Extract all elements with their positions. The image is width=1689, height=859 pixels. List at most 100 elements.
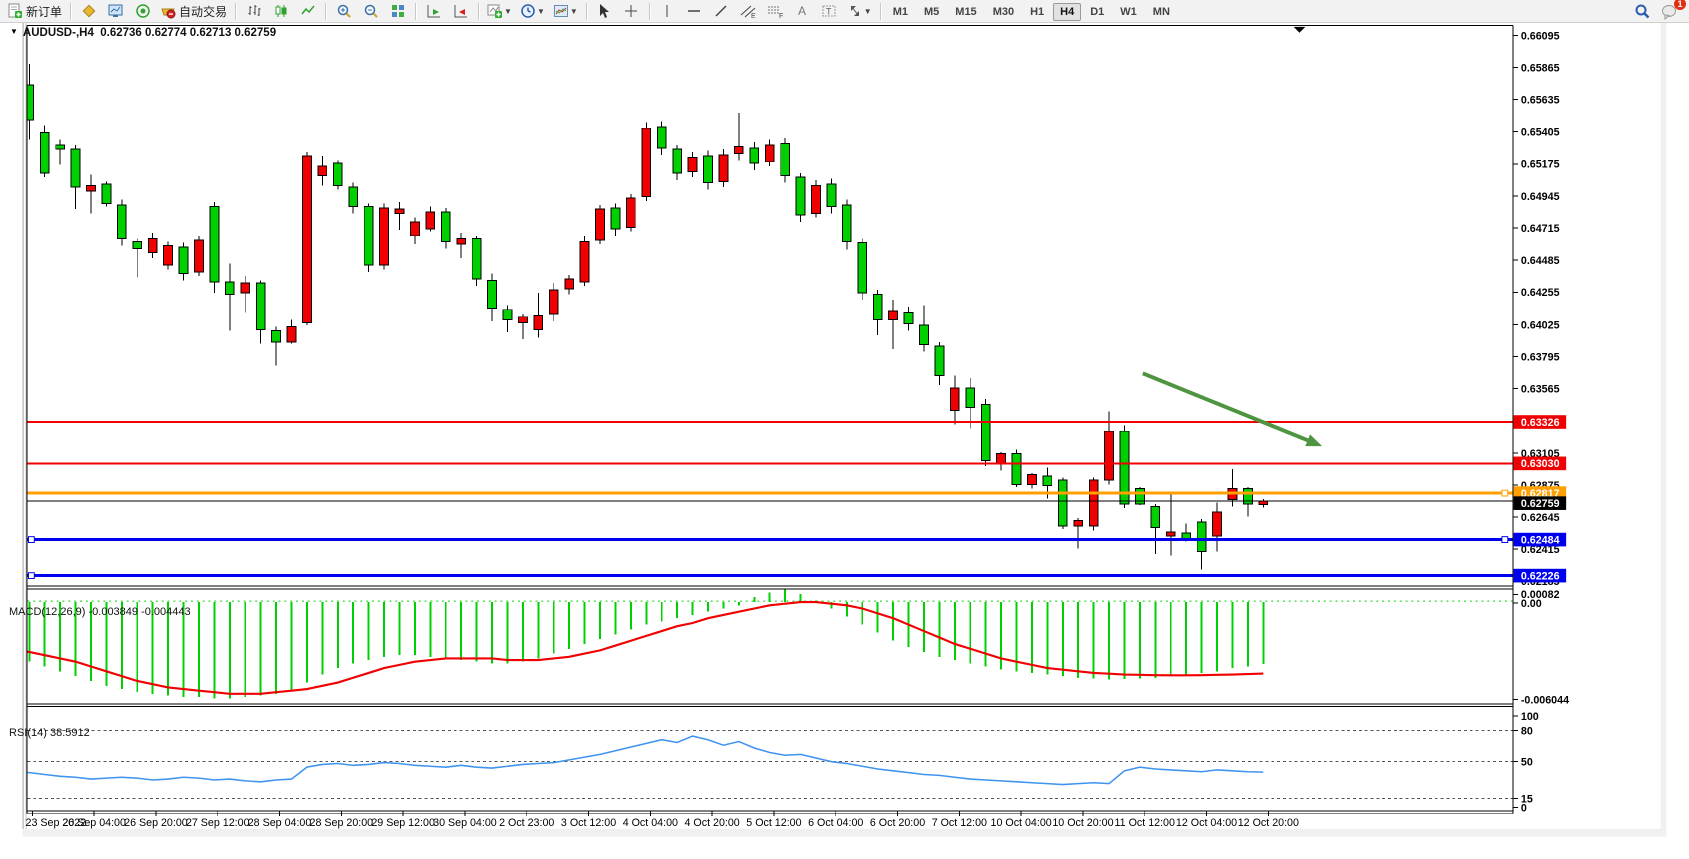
arrows-button[interactable]: ▼ — [844, 1, 875, 22]
chevron-down-icon: ▼ — [504, 7, 512, 16]
period-clock-icon — [520, 3, 536, 19]
svg-text:100: 100 — [1521, 711, 1539, 723]
svg-text:0.64485: 0.64485 — [1521, 255, 1560, 267]
zoom-in-icon — [336, 3, 352, 19]
fibonacci-button[interactable]: F — [763, 1, 788, 22]
separator — [325, 3, 326, 20]
timeframe-MN[interactable]: MN — [1146, 3, 1177, 21]
timeframe-W1[interactable]: W1 — [1113, 3, 1144, 21]
equidistant-channel-icon: E — [739, 3, 757, 19]
svg-text:0.64715: 0.64715 — [1521, 223, 1560, 235]
fibonacci-icon: F — [766, 3, 784, 19]
svg-text:5 Oct 12:00: 5 Oct 12:00 — [746, 817, 801, 829]
cursor-icon — [596, 3, 612, 19]
timeframe-M15[interactable]: M15 — [948, 3, 983, 21]
bar-chart-icon — [246, 3, 262, 19]
signal-icon — [135, 3, 151, 19]
trendline-icon — [713, 3, 729, 19]
timeframe-D1[interactable]: D1 — [1083, 3, 1111, 21]
svg-text:30 Sep 04:00: 30 Sep 04:00 — [433, 817, 497, 829]
svg-text:0.65175: 0.65175 — [1521, 159, 1560, 171]
candlestick-chart-button[interactable] — [268, 1, 293, 22]
svg-text:0.62645: 0.62645 — [1521, 512, 1560, 524]
vertical-line-button[interactable] — [655, 1, 680, 22]
zoom-in-button[interactable] — [331, 1, 356, 22]
navigator-button[interactable] — [130, 1, 155, 22]
price-chart-canvas[interactable]: 0.660950.658650.656350.654050.651750.649… — [0, 23, 1689, 859]
svg-text:10 Oct 20:00: 10 Oct 20:00 — [1052, 817, 1113, 829]
auto-trading-label: 自动交易 — [179, 3, 227, 20]
notifications-button[interactable]: 1 — [1657, 1, 1682, 22]
new-order-button[interactable]: 新订单 — [4, 1, 65, 22]
svg-text:6 Oct 20:00: 6 Oct 20:00 — [870, 817, 925, 829]
line-chart-icon — [300, 3, 316, 19]
zoom-out-button[interactable] — [358, 1, 383, 22]
svg-text:0.63326: 0.63326 — [1521, 417, 1560, 429]
timeframe-M30[interactable]: M30 — [986, 3, 1021, 21]
data-window-button[interactable] — [103, 1, 128, 22]
svg-text:27 Sep 12:00: 27 Sep 12:00 — [186, 817, 250, 829]
text-label-button[interactable]: T — [817, 1, 842, 22]
chevron-down-icon: ▼ — [537, 7, 545, 16]
svg-text:0.64255: 0.64255 — [1521, 287, 1560, 299]
svg-text:E: E — [751, 13, 756, 19]
indicators-button[interactable]: ▼ — [484, 1, 515, 22]
trendline-button[interactable] — [709, 1, 734, 22]
svg-text:26 Sep 04:00: 26 Sep 04:00 — [62, 817, 126, 829]
svg-text:11 Oct 12:00: 11 Oct 12:00 — [1115, 817, 1175, 829]
svg-text:0: 0 — [1521, 802, 1527, 814]
svg-text:0.64025: 0.64025 — [1521, 319, 1560, 331]
svg-text:29 Sep 12:00: 29 Sep 12:00 — [371, 817, 435, 829]
toolbar: 新订单 自动交易 — [0, 0, 1689, 23]
search-icon — [1634, 3, 1651, 20]
separator — [70, 3, 71, 20]
svg-text:0.63030: 0.63030 — [1521, 458, 1560, 470]
chevron-down-icon: ▼ — [864, 7, 872, 16]
svg-text:-0.006044: -0.006044 — [1521, 694, 1569, 706]
svg-text:12 Oct 04:00: 12 Oct 04:00 — [1176, 817, 1237, 829]
svg-text:6 Oct 04:00: 6 Oct 04:00 — [808, 817, 863, 829]
svg-text:T: T — [826, 7, 832, 17]
chart-window[interactable]: 0.660950.658650.656350.654050.651750.649… — [0, 23, 1689, 859]
crosshair-icon — [623, 3, 639, 19]
text-icon: A — [795, 3, 809, 19]
svg-text:F: F — [779, 13, 783, 19]
timeframe-H1[interactable]: H1 — [1023, 3, 1051, 21]
notification-badge: 1 — [1674, 0, 1686, 10]
svg-text:0.63565: 0.63565 — [1521, 384, 1560, 396]
auto-trading-button[interactable]: 自动交易 — [157, 1, 230, 22]
text-button[interactable]: A — [790, 1, 815, 22]
auto-scroll-icon — [426, 3, 442, 19]
bar-chart-button[interactable] — [241, 1, 266, 22]
horizontal-line-button[interactable] — [682, 1, 707, 22]
tile-windows-button[interactable] — [385, 1, 410, 22]
svg-text:7 Oct 12:00: 7 Oct 12:00 — [932, 817, 987, 829]
timeframe-M5[interactable]: M5 — [917, 3, 946, 21]
svg-text:12 Oct 20:00: 12 Oct 20:00 — [1238, 817, 1299, 829]
templates-button[interactable]: ▼ — [550, 1, 581, 22]
separator — [649, 3, 650, 20]
svg-text:A: A — [798, 4, 806, 18]
svg-text:28 Sep 20:00: 28 Sep 20:00 — [310, 817, 374, 829]
svg-text:0.62226: 0.62226 — [1521, 571, 1560, 583]
market-watch-button[interactable] — [76, 1, 101, 22]
svg-text:4 Oct 20:00: 4 Oct 20:00 — [685, 817, 740, 829]
data-window-icon — [108, 3, 124, 19]
timeframe-H4[interactable]: H4 — [1053, 3, 1081, 21]
cursor-button[interactable] — [592, 1, 617, 22]
search-button[interactable] — [1630, 1, 1655, 22]
timeframe-M1[interactable]: M1 — [886, 3, 915, 21]
svg-text:0.62484: 0.62484 — [1521, 534, 1560, 546]
equidistant-channel-button[interactable]: E — [736, 1, 761, 22]
auto-scroll-button[interactable] — [421, 1, 446, 22]
zoom-out-icon — [363, 3, 379, 19]
svg-text:10 Oct 04:00: 10 Oct 04:00 — [991, 817, 1052, 829]
new-chart-icon — [487, 3, 503, 19]
periods-button[interactable]: ▼ — [517, 1, 548, 22]
separator — [235, 3, 236, 20]
chevron-down-icon: ▼ — [570, 7, 578, 16]
crosshair-button[interactable] — [619, 1, 644, 22]
chart-shift-button[interactable] — [448, 1, 473, 22]
line-chart-button[interactable] — [295, 1, 320, 22]
separator — [478, 3, 479, 20]
